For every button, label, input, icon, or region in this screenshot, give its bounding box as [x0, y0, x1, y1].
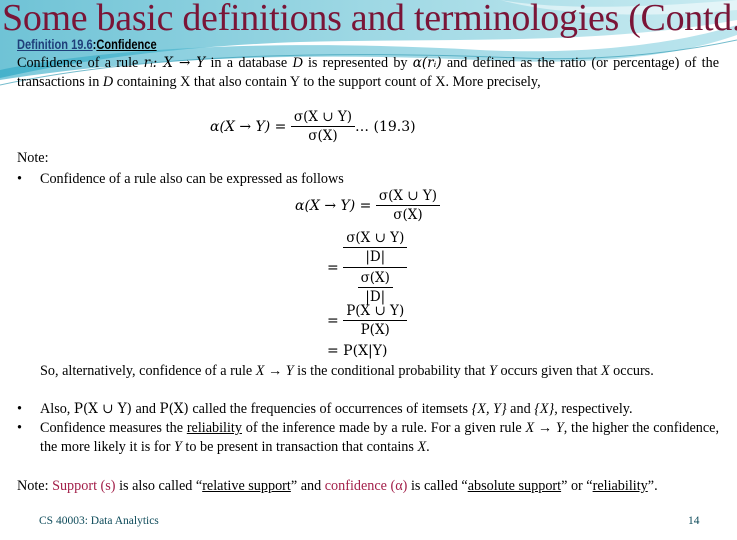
fraction-bar: [343, 267, 408, 268]
database-symbol: D: [292, 55, 303, 71]
alpha-expression: α(rᵢ): [412, 55, 442, 71]
text: , respectively.: [554, 401, 633, 417]
inner-fraction-bottom: σ(X) |D|: [357, 269, 393, 306]
text: called the frequencies of occurrences of…: [188, 401, 472, 417]
fraction-numerator: σ(X ∪ Y): [343, 229, 408, 248]
equation-tag: … (19.3): [355, 118, 416, 135]
reliability-term: reliability: [186, 420, 242, 436]
itemset-xy: {X, Y}: [471, 401, 507, 417]
equation-lhs: α(X → Y) =: [210, 118, 287, 135]
definition-name: Confidence: [96, 37, 157, 52]
text: of the inference made by a rule. For a g…: [241, 420, 526, 436]
fraction-denominator: |D|: [365, 249, 386, 265]
text: .: [426, 438, 430, 455]
text: Also,: [40, 401, 74, 417]
equals-sign: =: [327, 259, 339, 276]
equation-alt-4: = P(X|Y): [327, 343, 388, 359]
text: Confidence measures the: [40, 420, 187, 436]
text: is called “: [407, 478, 468, 494]
fraction-numerator: P(X ∪ Y): [343, 302, 408, 321]
bullet-icon: •: [17, 401, 22, 417]
text: occurs given that: [496, 363, 601, 379]
relative-support-term: relative support: [202, 478, 291, 494]
text: is represented by: [302, 55, 413, 71]
absolute-support-term: absolute support: [467, 478, 562, 494]
note-label: Note:: [17, 478, 53, 494]
fraction-denominator: σ(X): [308, 128, 338, 144]
frequencies-text: Also, P(X ∪ Y) and P(X) called the frequ…: [40, 400, 719, 419]
fraction-numerator: σ(X ∪ Y): [375, 187, 441, 206]
confidence-term: confidence (α): [324, 478, 408, 494]
note-label: Note:: [17, 150, 49, 166]
rule-expression: rᵢ: X → Y: [143, 55, 206, 71]
text: occurs.: [609, 363, 654, 379]
fraction-numerator: σ(X): [357, 269, 393, 288]
text: and: [131, 401, 160, 417]
fraction-denominator: σ(X): [393, 207, 423, 223]
itemset-x: {X}: [534, 401, 555, 417]
compound-fraction: σ(X ∪ Y) |D| σ(X) |D|: [343, 229, 408, 306]
text: containing X that also contain Y to the …: [113, 73, 541, 90]
equation-fraction: σ(X ∪ Y) σ(X): [375, 187, 441, 224]
text: Confidence of a rule: [17, 55, 144, 71]
definition-number: Definition 19.6: [17, 37, 93, 52]
equation-alt-3: = P(X ∪ Y) P(X): [327, 302, 408, 339]
text: and: [506, 401, 535, 417]
bullet-icon: •: [17, 420, 22, 436]
reliability-term: reliability: [592, 478, 648, 494]
text: is the conditional probability that: [293, 363, 490, 379]
slide-title: Some basic definitions and terminologies…: [2, 0, 737, 39]
var-y: Y: [173, 438, 182, 455]
inner-fraction-top: σ(X ∪ Y) |D|: [343, 229, 408, 266]
footer-page-number: 14: [688, 515, 700, 527]
probability-fraction: P(X ∪ Y) P(X): [343, 302, 408, 339]
footer-course: CS 40003: Data Analytics: [39, 515, 159, 527]
text: is also called “: [115, 478, 203, 494]
equation-lhs: α(X → Y) =: [295, 197, 372, 214]
equation-alt-2: = σ(X ∪ Y) |D| σ(X) |D|: [327, 229, 408, 306]
var-x: X: [417, 438, 427, 455]
equation-fraction: σ(X ∪ Y) σ(X): [290, 108, 356, 145]
final-note: Note: Support (s) is also called “relati…: [17, 477, 719, 496]
text: So, alternatively, confidence of a rule: [40, 363, 256, 379]
var-y: Y: [489, 363, 497, 379]
alternatively-text: So, alternatively, confidence of a rule …: [40, 362, 719, 381]
text: in a database: [205, 55, 293, 71]
equation-alt-1: α(X → Y) = σ(X ∪ Y) σ(X): [295, 187, 441, 224]
fraction-numerator: σ(X ∪ Y): [290, 108, 356, 127]
support-term: Support (s): [52, 478, 116, 494]
fraction-denominator: P(X): [360, 322, 390, 338]
bullet-icon: •: [17, 171, 22, 187]
bullet-text: Confidence of a rule also can be express…: [40, 171, 344, 187]
text: ” and: [290, 478, 325, 494]
text: ”.: [647, 478, 658, 494]
prob-xuy: P(X ∪ Y): [73, 401, 132, 417]
text: to be present in transaction that contai…: [181, 438, 418, 455]
prob-x: P(X): [159, 401, 189, 417]
database-symbol: D: [102, 73, 114, 90]
var-x: X: [600, 363, 610, 379]
definition-paragraph: Confidence of a rule rᵢ: X → Y in a data…: [17, 54, 719, 91]
reliability-text: Confidence measures the reliability of t…: [40, 419, 719, 456]
rule-expression: X → Y: [255, 363, 294, 379]
rule-expression: X → Y: [525, 420, 564, 436]
text: ” or “: [561, 478, 593, 494]
equation-19-3: α(X → Y) = σ(X ∪ Y) σ(X) … (19.3): [210, 108, 416, 145]
definition-heading: Definition 19.6:Confidence: [17, 37, 157, 52]
equals-sign: =: [327, 312, 339, 329]
